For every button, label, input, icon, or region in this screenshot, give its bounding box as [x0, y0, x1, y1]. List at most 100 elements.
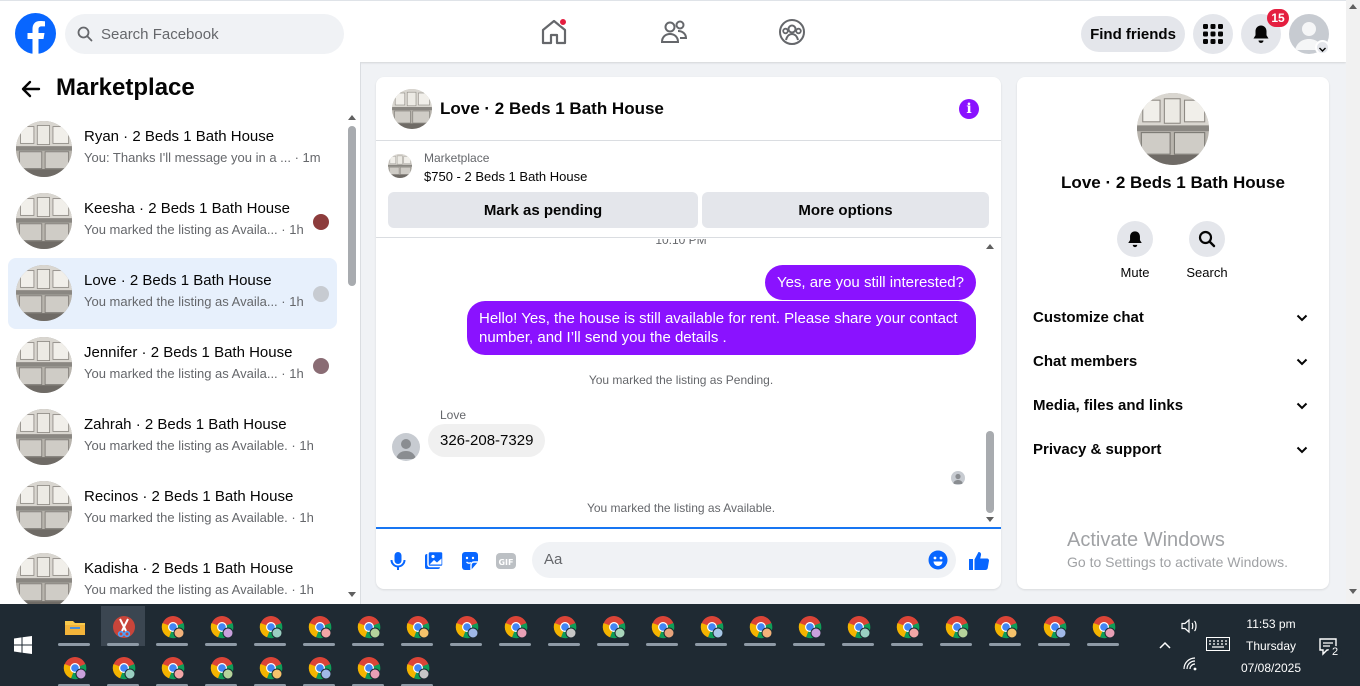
chrome-icon[interactable]: [297, 647, 341, 686]
conversation-avatar[interactable]: [1137, 93, 1209, 165]
menu-button[interactable]: [1193, 14, 1233, 54]
sticker-icon[interactable]: [458, 549, 482, 573]
customize-chat-section[interactable]: Customize chat: [1025, 296, 1321, 340]
info-icon[interactable]: i: [959, 99, 979, 119]
emoji-icon[interactable]: [928, 550, 948, 570]
back-arrow-icon[interactable]: [21, 79, 41, 99]
facebook-logo[interactable]: [15, 13, 56, 54]
conversation-time: · 1m: [291, 150, 321, 165]
page-scrollbar[interactable]: [1346, 0, 1360, 604]
sidebar-scroll-thumb[interactable]: [348, 126, 356, 286]
chrome-icon[interactable]: [150, 606, 194, 646]
search-bar[interactable]: [65, 14, 344, 54]
home-tab[interactable]: [539, 17, 569, 47]
conversation-avatar: [16, 193, 72, 249]
chat-members-section[interactable]: Chat members: [1025, 340, 1321, 384]
account-caret[interactable]: [1315, 40, 1330, 55]
outgoing-message[interactable]: Yes, are you still interested?: [764, 265, 976, 300]
chat-title[interactable]: Love · 2 Beds 1 Bath House: [440, 99, 664, 119]
conversation-item[interactable]: Kadisha · 2 Beds 1 Bath House You marked …: [8, 546, 337, 604]
chrome-icon[interactable]: [395, 647, 439, 686]
listing-thumbnail[interactable]: [388, 154, 412, 178]
chrome-icon[interactable]: [983, 606, 1027, 646]
chrome-icon[interactable]: [248, 606, 292, 646]
running-indicator: [107, 643, 139, 646]
speaker-icon[interactable]: [1181, 618, 1199, 634]
sidebar-scrollbar[interactable]: [347, 114, 357, 604]
chrome-icon[interactable]: [346, 647, 390, 686]
chrome-icon[interactable]: [199, 647, 243, 686]
photo-icon[interactable]: [422, 549, 446, 573]
chrome-icon[interactable]: [836, 606, 880, 646]
windows-start-icon[interactable]: [14, 636, 32, 654]
search-conversation-button[interactable]: Search: [1177, 221, 1237, 280]
clock-time[interactable]: 11:53 pm: [1236, 617, 1306, 631]
chrome-icon[interactable]: [52, 647, 96, 686]
chrome-icon[interactable]: [297, 606, 341, 646]
listing-price-title[interactable]: $750 - 2 Beds 1 Bath House: [424, 169, 587, 184]
chrome-icon[interactable]: [640, 606, 684, 646]
chat-scroll-thumb[interactable]: [986, 431, 994, 513]
conversation-item[interactable]: Jennifer · 2 Beds 1 Bath House You marked…: [8, 330, 337, 401]
conversation-item[interactable]: Zahrah · 2 Beds 1 Bath House You marked t…: [8, 402, 337, 473]
listing-source: Marketplace: [424, 151, 490, 165]
chat-scrollbar[interactable]: [985, 243, 995, 525]
conversation-time: · 1h: [287, 510, 314, 525]
conversation-time: · 1h: [287, 438, 314, 453]
microphone-icon[interactable]: [386, 549, 410, 573]
running-indicator: [205, 643, 237, 646]
running-indicator: [401, 643, 433, 646]
read-receipt-avatar: [313, 358, 329, 374]
conversation-time: · 1h: [277, 222, 304, 237]
chrome-icon[interactable]: [1032, 606, 1076, 646]
chrome-icon[interactable]: [395, 606, 439, 646]
chrome-icon[interactable]: [101, 647, 145, 686]
snipping-tool-icon[interactable]: [101, 606, 145, 646]
file-explorer-icon[interactable]: [52, 606, 96, 646]
more-options-button[interactable]: More options: [702, 192, 989, 228]
chrome-icon[interactable]: [787, 606, 831, 646]
watermark-subtitle: Go to Settings to activate Windows.: [1067, 554, 1288, 570]
chrome-icon[interactable]: [150, 647, 194, 686]
conversation-item[interactable]: Keesha · 2 Beds 1 Bath House You marked t…: [8, 186, 337, 257]
message-input-wrapper[interactable]: [532, 542, 956, 578]
chrome-icon[interactable]: [444, 606, 488, 646]
chrome-icon[interactable]: [542, 606, 586, 646]
chrome-icon[interactable]: [248, 647, 292, 686]
chrome-icon[interactable]: [1081, 606, 1125, 646]
media-files-links-section[interactable]: Media, files and links: [1025, 384, 1321, 428]
groups-tab[interactable]: [777, 17, 807, 47]
chrome-icon[interactable]: [934, 606, 978, 646]
incoming-message[interactable]: 326-208-7329: [428, 424, 546, 457]
conversation-name[interactable]: Love · 2 Beds 1 Bath House: [1017, 173, 1329, 193]
thumbs-up-icon[interactable]: [967, 549, 991, 573]
friends-tab[interactable]: [659, 17, 689, 47]
clock-date[interactable]: 07/08/2025: [1236, 661, 1306, 675]
running-indicator: [352, 643, 384, 646]
gif-icon[interactable]: GIF: [494, 549, 518, 573]
mark-as-pending-button[interactable]: Mark as pending: [388, 192, 698, 228]
chrome-icon[interactable]: [199, 606, 243, 646]
chat-avatar[interactable]: [392, 89, 432, 129]
chrome-icon[interactable]: [885, 606, 929, 646]
chrome-icon[interactable]: [591, 606, 635, 646]
chevron-up-icon[interactable]: [1158, 640, 1172, 650]
search-input[interactable]: [101, 25, 321, 43]
network-icon[interactable]: [1183, 657, 1197, 671]
mute-button[interactable]: Mute: [1105, 221, 1165, 280]
chrome-icon[interactable]: [493, 606, 537, 646]
conversation-item[interactable]: Love · 2 Beds 1 Bath House You marked the…: [8, 258, 337, 329]
chrome-icon[interactable]: [689, 606, 733, 646]
keyboard-icon[interactable]: [1206, 637, 1230, 651]
chrome-icon[interactable]: [738, 606, 782, 646]
chrome-icon[interactable]: [346, 606, 390, 646]
conversation-item[interactable]: Recinos · 2 Beds 1 Bath House You marked …: [8, 474, 337, 545]
clock-day[interactable]: Thursday: [1236, 639, 1306, 653]
conversation-item[interactable]: Ryan · 2 Beds 1 Bath House You: Thanks I'…: [8, 114, 337, 185]
message-input[interactable]: [544, 551, 914, 568]
privacy-support-section[interactable]: Privacy & support: [1025, 428, 1321, 472]
snippet-text: You marked the listing as Availa...: [84, 222, 278, 237]
find-friends-button[interactable]: Find friends: [1081, 16, 1185, 52]
outgoing-message[interactable]: Hello! Yes, the house is still available…: [467, 301, 976, 355]
sender-avatar[interactable]: [392, 433, 420, 461]
